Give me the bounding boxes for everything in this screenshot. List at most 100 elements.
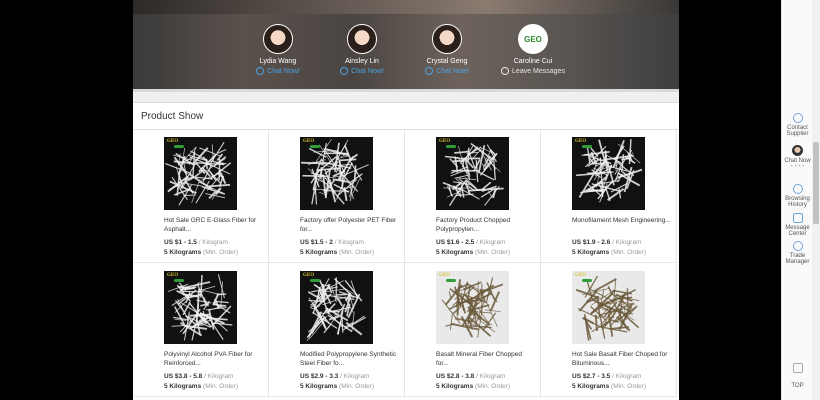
brand-logo-mark xyxy=(582,145,592,148)
min-order: 5 Kilograms (Min. Order) xyxy=(436,383,511,390)
product-image[interactable]: GEO xyxy=(164,271,237,344)
brand-logo-mark xyxy=(582,279,592,282)
brand-logo-mark xyxy=(174,279,184,282)
scrollbar[interactable] xyxy=(812,0,820,400)
contact-name: Ainsley Lin xyxy=(345,58,379,65)
product-price: US $2.9 - 3.3 / Kilogram xyxy=(300,373,370,380)
contact-name: Lydia Wang xyxy=(259,58,297,65)
min-order: 5 Kilograms (Min. Order) xyxy=(572,249,647,256)
avatar xyxy=(792,145,803,156)
main-content: Lydia Wang Chat Now! Ainsley Lin Chat No… xyxy=(133,0,679,400)
product-price: US $1 - 1.5 / Kilogram xyxy=(164,239,228,246)
product-price: US $3.8 - 5.8 / Kilogram xyxy=(164,373,234,380)
product-card[interactable]: GEO Factory Product Chopped Polypropylen.… xyxy=(405,129,541,263)
brand-logo-mark xyxy=(310,145,320,148)
brand-logo: GEO xyxy=(575,273,587,278)
product-image[interactable]: GEO xyxy=(436,137,509,210)
product-price: US $1.6 - 2.5 / Kilogram xyxy=(436,239,506,246)
product-card[interactable]: GEO Monofilament Mesh Engineering... US $1… xyxy=(541,129,677,263)
page: Lydia Wang Chat Now! Ainsley Lin Chat No… xyxy=(0,0,820,400)
back-to-top-button[interactable]: TOP xyxy=(782,383,813,389)
min-order: 5 Kilograms (Min. Order) xyxy=(572,383,647,390)
section-title: Product Show xyxy=(141,111,204,122)
brand-logo: GEO xyxy=(439,273,451,278)
product-price: US $2.8 - 3.8 / Kilogram xyxy=(436,373,506,380)
chat-now-link[interactable]: Chat Now! xyxy=(238,67,318,75)
product-card[interactable]: GEO Basalt Mineral Fiber Chopped for... US… xyxy=(405,263,541,397)
contact-name: Crystal Geng xyxy=(426,58,468,65)
product-price: US $2.7 - 3.5 / Kilogram xyxy=(572,373,642,380)
brand-logo: GEO xyxy=(303,273,315,278)
trade-manager-icon xyxy=(792,241,803,251)
avatar xyxy=(347,24,377,54)
product-name-link[interactable]: Polyvinyl Alcohol PVA Fiber for Reinforc… xyxy=(164,350,264,368)
contact-banner: Lydia Wang Chat Now! Ainsley Lin Chat No… xyxy=(133,0,679,92)
clock-icon xyxy=(792,184,803,194)
back-to-top-label: TOP xyxy=(791,383,804,389)
message-icon xyxy=(792,213,803,223)
product-image[interactable]: GEO xyxy=(300,137,373,210)
more-dots-icon: • • • • xyxy=(790,164,805,170)
min-order: 5 Kilograms (Min. Order) xyxy=(436,249,511,256)
product-image[interactable]: GEO xyxy=(436,271,509,344)
product-card[interactable]: GEO Polyvinyl Alcohol PVA Fiber for Reinf… xyxy=(133,263,269,397)
brand-logo: GEO xyxy=(303,139,315,144)
product-card[interactable]: GEO Factory offer Polyester PET Fiber for… xyxy=(269,129,405,263)
min-order: 5 Kilograms (Min. Order) xyxy=(164,383,239,390)
chat-icon xyxy=(256,67,265,75)
chat-now-link[interactable]: Chat Now! xyxy=(407,67,487,75)
product-name-link[interactable]: Factory Product Chopped Polypropylen... xyxy=(436,216,536,234)
company-logo-avatar: GEO xyxy=(518,24,548,54)
product-image[interactable]: GEO xyxy=(300,271,373,344)
product-name-link[interactable]: Factory offer Polyester PET Fiber for... xyxy=(300,216,400,234)
envelope-icon xyxy=(792,113,803,123)
spacer-band xyxy=(133,92,679,102)
min-order: 5 Kilograms (Min. Order) xyxy=(164,249,239,256)
product-image[interactable]: GEO xyxy=(164,137,237,210)
min-order: 5 Kilograms (Min. Order) xyxy=(300,383,375,390)
chat-now-link[interactable]: Chat Now! xyxy=(322,67,402,75)
leave-messages-link[interactable]: Leave Messages xyxy=(493,67,573,75)
chat-icon xyxy=(340,67,349,75)
product-card[interactable]: GEO Modified Polypropylene Synthetic Stee… xyxy=(269,263,405,397)
banner-photo-strip xyxy=(133,0,679,14)
product-image[interactable]: GEO xyxy=(572,271,645,344)
brand-logo-mark xyxy=(310,279,320,282)
avatar xyxy=(263,24,293,54)
product-name-link[interactable]: Basalt Mineral Fiber Chopped for... xyxy=(436,350,536,368)
trade-manager-button[interactable]: Trade Manager xyxy=(782,241,813,265)
feedback-icon xyxy=(792,363,803,373)
contact-lydia: Lydia Wang Chat Now! xyxy=(238,24,318,75)
product-name-link[interactable]: Hot Sale GRC E-Glass Fiber for Asphalt..… xyxy=(164,216,264,234)
min-order: 5 Kilograms (Min. Order) xyxy=(300,249,375,256)
contact-supplier-button[interactable]: Contact Supplier xyxy=(782,113,813,137)
feedback-button[interactable] xyxy=(782,363,813,375)
floating-sidebar: Contact Supplier Chat Now • • • • Browsi… xyxy=(781,0,812,400)
brand-logo: GEO xyxy=(167,273,179,278)
contact-crystal: Crystal Geng Chat Now! xyxy=(407,24,487,75)
scrollbar-thumb[interactable] xyxy=(813,142,819,224)
brand-logo-mark xyxy=(446,279,456,282)
product-name-link[interactable]: Hot Sale Basalt Fiber Choped for Bitumin… xyxy=(572,350,672,368)
chat-icon xyxy=(425,67,434,75)
product-card[interactable]: GEO Hot Sale Basalt Fiber Choped for Bitu… xyxy=(541,263,677,397)
message-center-button[interactable]: Message Center xyxy=(782,213,813,237)
product-show-section: Product Show GEO Hot Sale GRC E-Glass Fib… xyxy=(133,102,679,400)
contact-ainsley: Ainsley Lin Chat Now! xyxy=(322,24,402,75)
chat-now-button[interactable]: Chat Now • • • • xyxy=(782,145,813,170)
product-image[interactable]: GEO xyxy=(572,137,645,210)
message-icon xyxy=(501,67,510,75)
product-card[interactable]: GEO Hot Sale GRC E-Glass Fiber for Asphal… xyxy=(133,129,269,263)
brand-logo-mark xyxy=(446,145,456,148)
product-name-link[interactable]: Modified Polypropylene Synthetic Steel F… xyxy=(300,350,400,368)
contact-caroline: GEO Caroline Cui Leave Messages xyxy=(493,24,573,75)
brand-logo: GEO xyxy=(439,139,451,144)
brand-logo: GEO xyxy=(167,139,179,144)
product-name-link[interactable]: Monofilament Mesh Engineering... xyxy=(572,216,672,225)
product-price: US $1.9 - 2.6 / Kilogram xyxy=(572,239,642,246)
brand-logo: GEO xyxy=(575,139,587,144)
product-price: US $1.5 - 2 / Kilogram xyxy=(300,239,364,246)
browsing-history-button[interactable]: Browsing History xyxy=(782,184,813,208)
contact-name: Caroline Cui xyxy=(513,58,553,65)
avatar xyxy=(432,24,462,54)
